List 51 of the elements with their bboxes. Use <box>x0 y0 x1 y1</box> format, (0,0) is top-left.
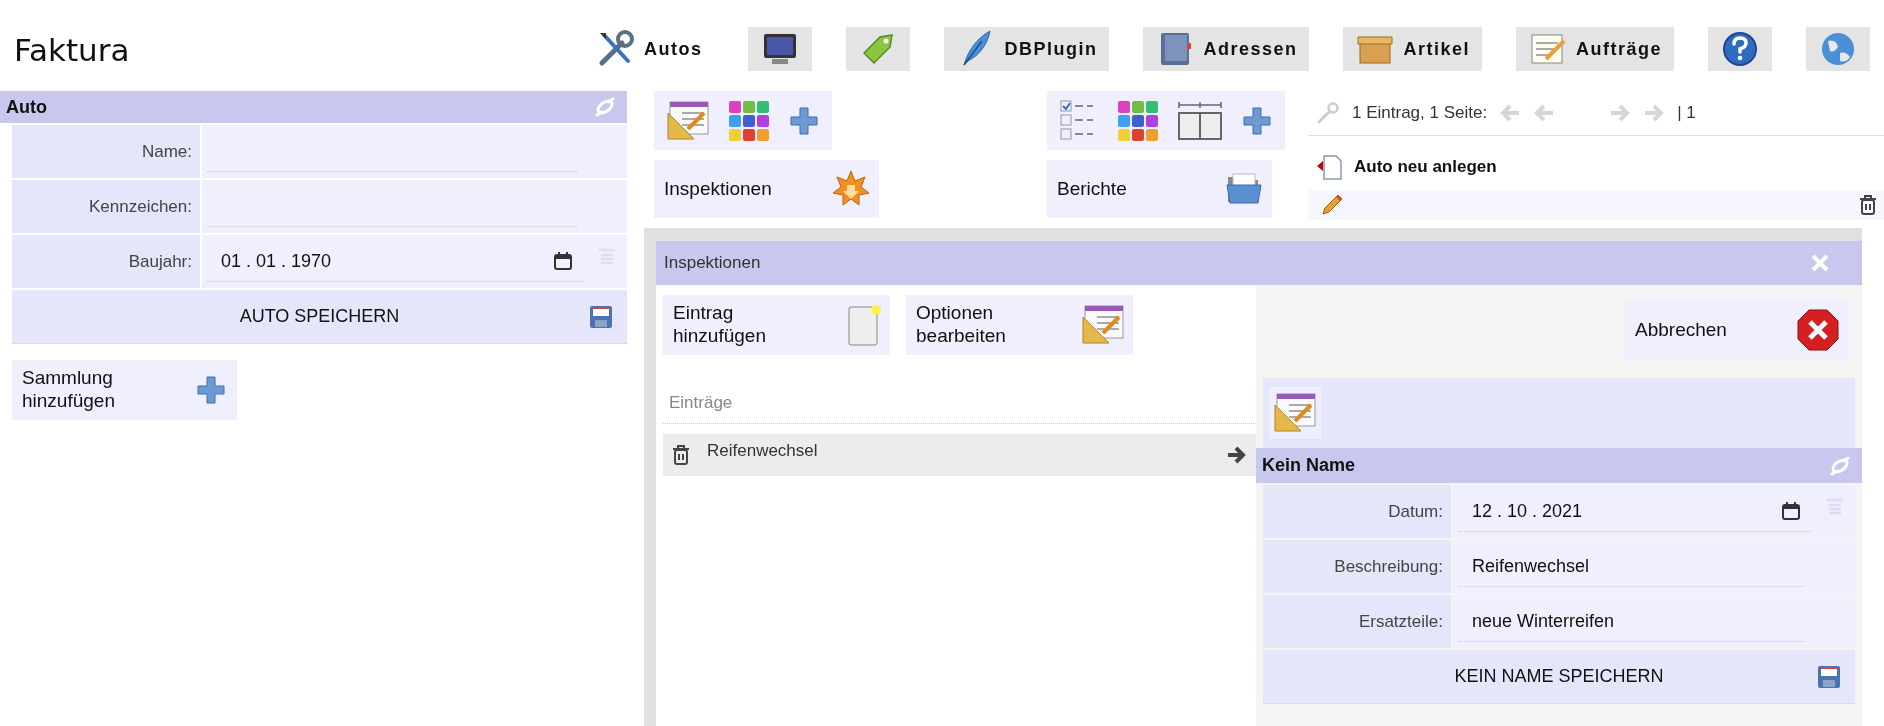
trash-icon[interactable] <box>671 444 691 466</box>
right-arrow-icon <box>1226 445 1248 465</box>
nav-button[interactable]: DBPlugin <box>944 27 1110 71</box>
entry-row[interactable]: Reifenwechsel <box>663 434 1256 476</box>
nav-button[interactable] <box>748 27 813 71</box>
field-label: Datum: <box>1263 485 1451 538</box>
field-label: Name: <box>12 125 200 178</box>
edit-options-button[interactable]: Optionen bearbeiten <box>906 295 1133 355</box>
color-grid-icon[interactable] <box>1117 99 1159 142</box>
save-button[interactable]: KEIN NAME SPEICHERN <box>1263 650 1855 704</box>
add-entry-button[interactable]: Eintrag hinzufügen <box>663 295 890 355</box>
plus-icon <box>195 374 227 406</box>
field-label: Baujahr: <box>12 235 200 288</box>
help-icon <box>1720 29 1760 69</box>
nav-button[interactable]: Artikel <box>1343 27 1482 71</box>
form-and-ruler-icon[interactable] <box>1081 303 1125 347</box>
nav-button[interactable]: Adressen <box>1143 27 1310 71</box>
form-and-ruler-icon[interactable] <box>666 98 710 143</box>
pencil-icon <box>1320 193 1344 217</box>
calendar-icon[interactable] <box>1781 501 1801 521</box>
field-label: Beschreibung: <box>1263 540 1451 593</box>
new-document-icon <box>1316 153 1344 181</box>
plus-icon[interactable] <box>1241 104 1273 137</box>
wrench-icon <box>1316 101 1340 125</box>
plus-icon[interactable] <box>788 104 820 137</box>
field-label: Ersatzteile: <box>1263 595 1451 648</box>
pagination-summary: 1 Eintrag, 1 Seite: <box>1352 103 1488 123</box>
nav-button[interactable]: Autos <box>583 27 715 71</box>
stop-sign-icon <box>1796 308 1840 352</box>
star-burst-icon <box>831 169 871 209</box>
blank-page-icon <box>846 303 882 347</box>
cancel-button[interactable]: Abbrechen <box>1625 300 1848 360</box>
table-columns-icon[interactable] <box>1177 100 1223 141</box>
inspections-button[interactable]: Inspektionen <box>654 160 879 218</box>
field-label: Kennzeichen: <box>12 180 200 233</box>
new-entry-link[interactable]: Auto neu anlegen <box>1310 152 1503 182</box>
nav-button[interactable] <box>1708 27 1772 71</box>
dialog-title: Inspektionen <box>664 253 761 273</box>
section-title: Auto <box>6 96 47 118</box>
entries-label: Einträge <box>663 393 1256 424</box>
save-button[interactable]: AUTO SPEICHERN <box>12 290 627 344</box>
page-number: | 1 <box>1677 103 1696 123</box>
nav-button[interactable]: Aufträge <box>1516 27 1674 71</box>
app-title: Faktura <box>14 32 130 68</box>
form-and-ruler-icon[interactable] <box>1273 391 1317 435</box>
trash-icon[interactable] <box>1858 194 1878 216</box>
color-grid-icon[interactable] <box>728 99 770 142</box>
add-collection-button[interactable]: Sammlung hinzufügen <box>12 360 237 420</box>
reports-button[interactable]: Berichte <box>1047 160 1272 218</box>
section-title: Kein Name <box>1262 455 1356 476</box>
calendar-icon[interactable] <box>553 251 573 271</box>
